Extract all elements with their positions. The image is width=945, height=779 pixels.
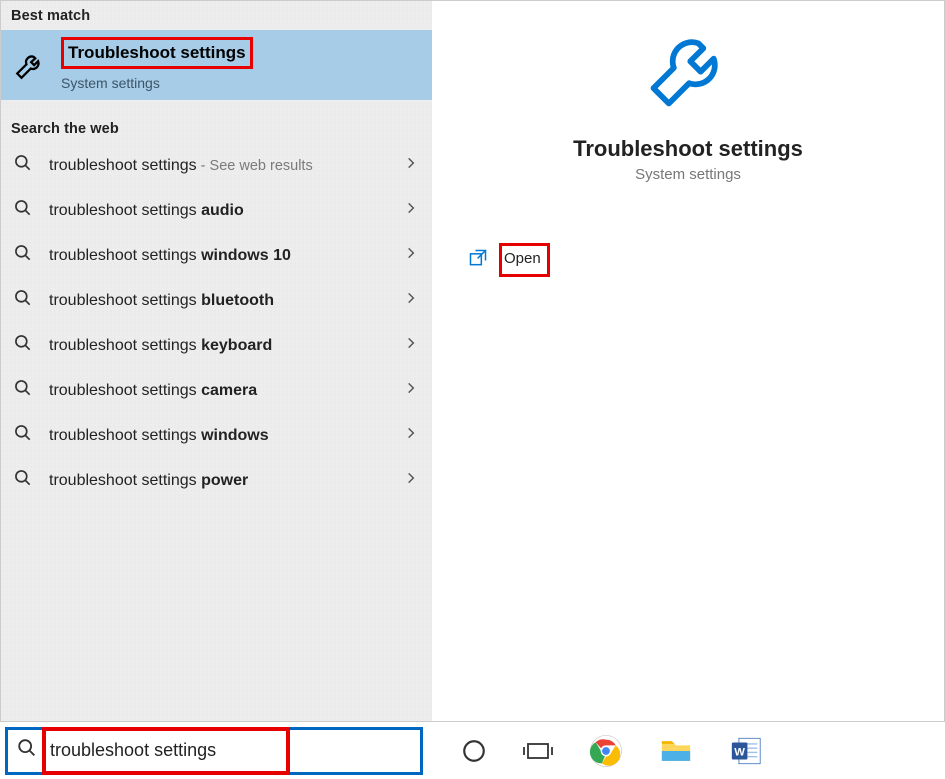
chevron-right-icon[interactable] xyxy=(404,201,418,220)
taskbar: W xyxy=(0,722,945,779)
task-view-icon[interactable] xyxy=(523,738,553,764)
web-result-text: troubleshoot settings camera xyxy=(49,382,388,400)
open-highlight: Open xyxy=(499,243,550,277)
open-label: Open xyxy=(504,250,541,267)
search-icon xyxy=(13,333,33,358)
best-match-result[interactable]: Troubleshoot settings System settings xyxy=(1,30,432,100)
web-result-text: troubleshoot settings windows 10 xyxy=(49,247,388,265)
web-result[interactable]: troubleshoot settings windows 10 xyxy=(1,233,432,278)
best-match-subtitle: System settings xyxy=(61,75,253,91)
open-icon xyxy=(468,248,488,273)
web-result[interactable]: troubleshoot settings power xyxy=(1,458,432,503)
chevron-right-icon[interactable] xyxy=(404,336,418,355)
word-icon[interactable]: W xyxy=(729,734,763,768)
chevron-right-icon[interactable] xyxy=(404,381,418,400)
best-match-header: Best match xyxy=(1,1,432,30)
chevron-right-icon[interactable] xyxy=(404,156,418,175)
search-icon xyxy=(13,288,33,313)
chevron-right-icon[interactable] xyxy=(404,471,418,490)
details-title: Troubleshoot settings xyxy=(573,136,803,162)
search-icon xyxy=(13,198,33,223)
details-subtitle: System settings xyxy=(635,166,741,183)
web-result[interactable]: troubleshoot settings - See web results xyxy=(1,143,432,188)
search-web-header: Search the web xyxy=(1,114,432,143)
web-result-text: troubleshoot settings audio xyxy=(49,202,388,220)
web-result-text: troubleshoot settings windows xyxy=(49,427,388,445)
search-icon xyxy=(16,737,38,764)
open-action[interactable]: Open xyxy=(468,243,944,277)
web-result-text: troubleshoot settings bluetooth xyxy=(49,292,388,310)
web-result[interactable]: troubleshoot settings audio xyxy=(1,188,432,233)
web-result[interactable]: troubleshoot settings keyboard xyxy=(1,323,432,368)
cortana-icon[interactable] xyxy=(461,738,487,764)
web-result[interactable]: troubleshoot settings camera xyxy=(1,368,432,413)
file-explorer-icon[interactable] xyxy=(659,734,693,768)
taskbar-search-box[interactable] xyxy=(5,727,423,775)
chevron-right-icon[interactable] xyxy=(404,291,418,310)
web-result[interactable]: troubleshoot settings bluetooth xyxy=(1,278,432,323)
best-match-title-highlight: Troubleshoot settings xyxy=(61,37,253,69)
search-icon xyxy=(13,153,33,178)
details-panel: Troubleshoot settings System settings Op… xyxy=(432,1,944,721)
web-result-text: troubleshoot settings power xyxy=(49,472,388,490)
search-icon xyxy=(13,423,33,448)
web-result[interactable]: troubleshoot settings windows xyxy=(1,413,432,458)
search-results-panel: Best match Troubleshoot settings System … xyxy=(1,1,432,721)
search-icon xyxy=(13,243,33,268)
wrench-icon xyxy=(642,23,734,120)
svg-text:W: W xyxy=(734,746,745,758)
search-input[interactable] xyxy=(50,740,412,761)
wrench-icon xyxy=(13,48,47,82)
search-icon xyxy=(13,468,33,493)
chrome-icon[interactable] xyxy=(589,734,623,768)
web-result-text: troubleshoot settings - See web results xyxy=(49,157,388,175)
chevron-right-icon[interactable] xyxy=(404,426,418,445)
best-match-title: Troubleshoot settings xyxy=(68,43,246,62)
search-icon xyxy=(13,378,33,403)
web-result-text: troubleshoot settings keyboard xyxy=(49,337,388,355)
chevron-right-icon[interactable] xyxy=(404,246,418,265)
